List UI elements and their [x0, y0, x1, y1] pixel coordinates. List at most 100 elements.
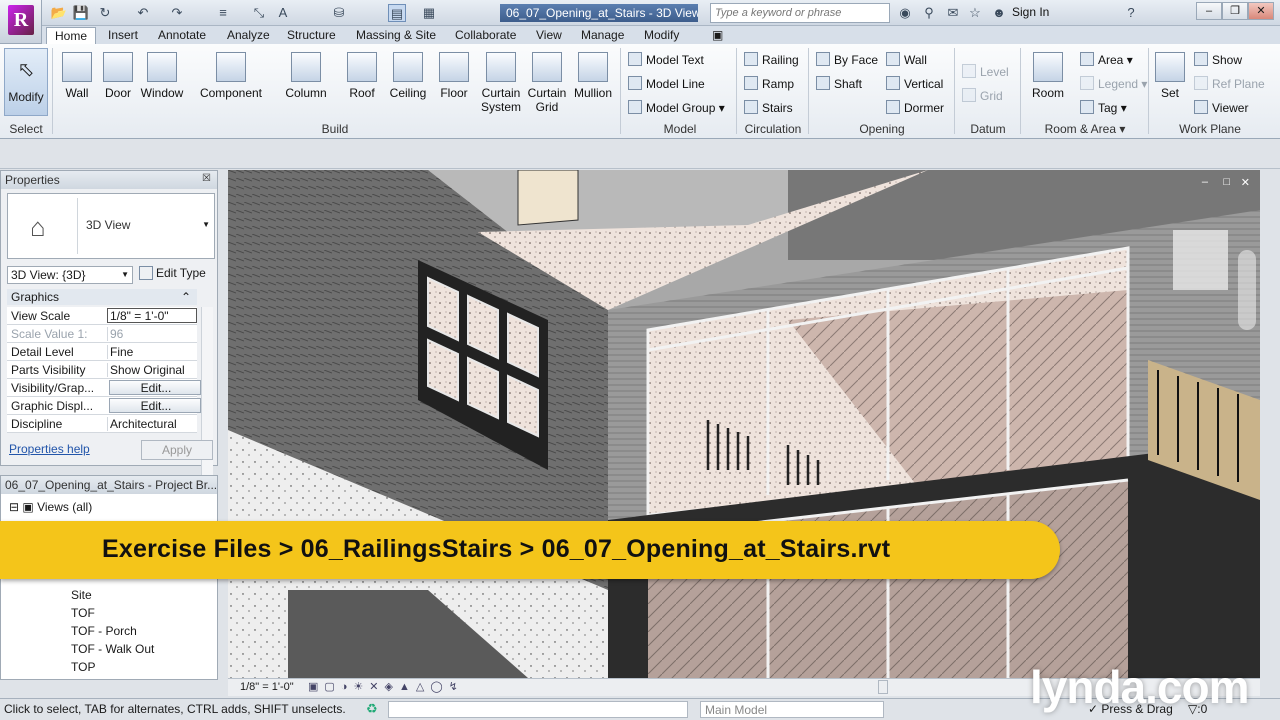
search-input[interactable]: Type a keyword or phrase [710, 3, 890, 23]
modify-button[interactable]: ⬁ Modify [4, 48, 48, 116]
view-scale-control[interactable]: 1/8" = 1'-0" [240, 681, 294, 693]
building-model-render[interactable] [228, 170, 1260, 678]
window-button[interactable]: Window [138, 50, 186, 100]
shaft-button[interactable]: Shaft [816, 76, 862, 91]
wall-opening-button[interactable]: Wall [886, 52, 927, 67]
3d-viewport[interactable]: – □ ✕ [228, 170, 1260, 678]
detail-level-row[interactable]: Detail Level Fine [7, 343, 197, 361]
default-3d-view-icon[interactable]: ⛁ [330, 4, 348, 22]
subscription-icon[interactable]: ⚲ [920, 4, 938, 22]
navigation-bar[interactable] [1238, 250, 1256, 330]
close-hidden-windows-icon[interactable]: ▤ [388, 4, 406, 22]
ceiling-button[interactable]: Ceiling [386, 50, 430, 100]
select-panel-label[interactable]: Select [6, 122, 46, 136]
tab-collaborate[interactable]: Collaborate [447, 27, 524, 44]
sign-in-link[interactable]: Sign In [1012, 5, 1049, 19]
tab-view[interactable]: View [528, 27, 570, 44]
dormer-button[interactable]: Dormer [886, 100, 944, 115]
floor-button[interactable]: Floor [436, 50, 472, 100]
redo-icon[interactable]: ↷ [168, 4, 186, 22]
favorites-icon[interactable]: ☆ [966, 4, 984, 22]
tag-button[interactable]: Tag ▾ [1080, 100, 1127, 115]
view-scale-row[interactable]: View Scale 1/8" = 1'-0" [7, 307, 197, 325]
binoculars-icon[interactable]: ◉ [896, 4, 914, 22]
properties-help-link[interactable]: Properties help [9, 442, 90, 456]
views-all-node[interactable]: ⊟ ▣ Views (all) [9, 500, 92, 514]
railing-button[interactable]: Railing [744, 52, 799, 67]
minimize-button[interactable]: – [1196, 2, 1222, 20]
roof-button[interactable]: Roof [344, 50, 380, 100]
discipline-row[interactable]: Discipline Architectural [7, 415, 197, 433]
design-option-select[interactable]: Main Model [700, 701, 884, 718]
model-group-button[interactable]: Model Group ▾ [628, 100, 725, 115]
vertical-button[interactable]: Vertical [886, 76, 943, 91]
wall-button[interactable]: Wall [60, 50, 94, 100]
communication-icon[interactable]: ✉ [944, 4, 962, 22]
viewport-restore-icon[interactable]: □ [1223, 176, 1230, 188]
horizontal-scrollbar[interactable] [878, 680, 888, 694]
measure-icon[interactable]: ≡ [214, 4, 232, 22]
tab-insert[interactable]: Insert [100, 27, 146, 44]
browser-item-top[interactable]: TOP [71, 660, 95, 674]
door-button[interactable]: Door [100, 50, 136, 100]
help-icon[interactable]: ? [1122, 4, 1140, 22]
type-selector[interactable]: ⌂ 3D View ▼ [7, 193, 215, 259]
vg-edit-button[interactable]: Edit... [109, 380, 201, 395]
gd-edit-button[interactable]: Edit... [109, 398, 201, 413]
ref-plane-button[interactable]: Ref Plane [1194, 76, 1265, 91]
browser-item-site[interactable]: Site [71, 588, 92, 602]
column-button[interactable]: Column [282, 50, 330, 100]
mullion-button[interactable]: Mullion [570, 50, 616, 100]
viewport-minimize-icon[interactable]: – [1202, 176, 1208, 188]
viewer-button[interactable]: Viewer [1194, 100, 1248, 115]
model-text-button[interactable]: Model Text [628, 52, 704, 67]
by-face-button[interactable]: By Face [816, 52, 878, 67]
save-icon[interactable]: 💾 [72, 4, 90, 22]
tab-modify[interactable]: Modify [636, 27, 687, 44]
undo-icon[interactable]: ↶ [134, 4, 152, 22]
tab-manage[interactable]: Manage [573, 27, 632, 44]
minimize-ribbon-icon[interactable]: ▣ [704, 27, 731, 44]
component-button[interactable]: Component [196, 50, 266, 100]
curtain-grid-button[interactable]: Curtain Grid [526, 50, 568, 114]
open-icon[interactable]: 📂 [50, 4, 68, 22]
browser-item-tof[interactable]: TOF [71, 606, 95, 620]
application-menu-button[interactable]: R [0, 0, 42, 44]
viewport-close-icon[interactable]: ✕ [1241, 176, 1250, 189]
sync-icon[interactable]: ↻ [96, 4, 114, 22]
area-button[interactable]: Area ▾ [1080, 52, 1133, 67]
set-button[interactable]: Set [1152, 50, 1188, 100]
edit-type-button[interactable]: Edit Type [139, 266, 206, 280]
ramp-button[interactable]: Ramp [744, 76, 794, 91]
room-button[interactable]: Room [1028, 50, 1068, 100]
grid-button[interactable]: Grid [962, 88, 1003, 103]
text-icon[interactable]: A [274, 4, 292, 22]
tab-structure[interactable]: Structure [279, 27, 344, 44]
dimension-icon[interactable]: ⤡ [250, 4, 268, 22]
user-icon[interactable]: ☻ [990, 4, 1008, 22]
tab-massing-site[interactable]: Massing & Site [348, 27, 444, 44]
worksharing-icon[interactable]: ♻ [366, 701, 378, 717]
tab-home[interactable]: Home [46, 27, 97, 44]
stairs-button[interactable]: Stairs [744, 100, 793, 115]
legend-button[interactable]: Legend ▾ [1080, 76, 1147, 91]
curtain-system-button[interactable]: Curtain System [478, 50, 524, 114]
graphics-group[interactable]: Graphics ⌃ [7, 289, 197, 305]
level-button[interactable]: Level [962, 64, 1009, 79]
model-line-button[interactable]: Model Line [628, 76, 705, 91]
parts-visibility-row[interactable]: Parts Visibility Show Original [7, 361, 197, 379]
graphic-display-row[interactable]: Graphic Displ... Edit... [7, 397, 201, 415]
close-button[interactable]: ✕ [1248, 2, 1274, 20]
room-area-panel-label[interactable]: Room & Area ▾ [1030, 122, 1140, 136]
restore-button[interactable]: ❐ [1222, 2, 1248, 20]
switch-windows-icon[interactable]: ▦ [420, 4, 438, 22]
visibility-graphics-row[interactable]: Visibility/Grap... Edit... [7, 379, 201, 397]
browser-item-tof-walk-out[interactable]: TOF - Walk Out [71, 642, 154, 656]
tab-analyze[interactable]: Analyze [219, 27, 278, 44]
show-button[interactable]: Show [1194, 52, 1242, 67]
tab-annotate[interactable]: Annotate [150, 27, 214, 44]
view-control-icons[interactable]: ▣▢◑☀✕◈▲△◯↯ [308, 680, 464, 693]
browser-item-tof-porch[interactable]: TOF - Porch [71, 624, 137, 638]
instance-filter[interactable]: 3D View: {3D} ▼ [7, 266, 133, 284]
close-icon[interactable]: ☒ [202, 173, 211, 184]
